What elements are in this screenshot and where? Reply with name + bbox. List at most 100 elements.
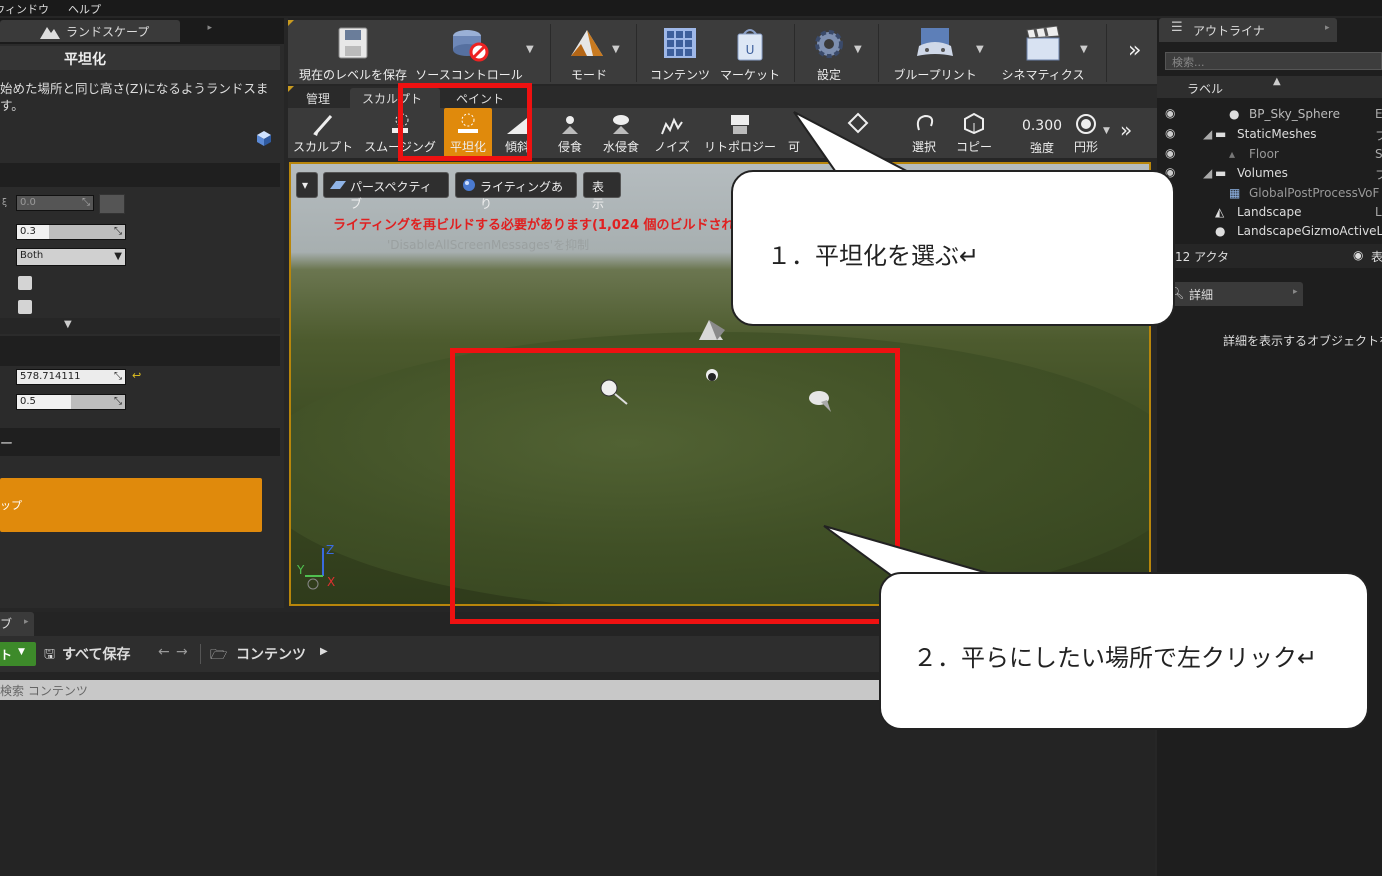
outliner-row[interactable]: ◉ ◢ ▬ StaticMeshes フ (1157, 125, 1382, 144)
help-cube-icon[interactable] (256, 130, 272, 150)
tab-landscape[interactable]: ランドスケープ ▸ (0, 20, 212, 42)
field-row1[interactable]: 0.0 ⤡ (16, 195, 94, 211)
eye-icon[interactable]: ◉ (1165, 106, 1175, 120)
circle-brush-icon (1076, 114, 1096, 134)
tab-close-icon[interactable]: ▸ (1293, 287, 1298, 297)
source-control-dropdown-icon[interactable]: ▼ (526, 44, 534, 55)
section-header-dash[interactable]: ー (0, 428, 280, 456)
chevron-down-icon: ▾ (302, 178, 309, 192)
landscape-panel: ランドスケープ ▸ 平坦化 始めた場所と同じ高さ(Z)になるようランドスます。 … (0, 18, 284, 608)
tool-sculpt[interactable]: スカルプト (292, 108, 354, 158)
settings-button[interactable]: 設定 (800, 20, 858, 84)
tool-erosion[interactable]: 侵食 (552, 108, 588, 158)
folder-open-icon: 🗁︎ (210, 647, 228, 663)
add-import-button[interactable]: ト ▼ (0, 642, 36, 666)
orange-action-button[interactable]: ップ (0, 478, 262, 532)
content-grid-icon (664, 28, 696, 58)
strength-control[interactable]: 0.300 強度 (1018, 108, 1066, 158)
menu-help[interactable]: ヘルプ (68, 1, 101, 17)
forward-arrow-icon[interactable]: → (176, 644, 188, 660)
field-row2[interactable]: 0.3 ⤡ (16, 224, 126, 240)
collapse-arrow-icon[interactable]: ◢ (1203, 166, 1212, 180)
back-arrow-icon[interactable]: ← (158, 644, 170, 660)
reset-arrow-icon[interactable]: ↩ (132, 369, 141, 382)
content-search-input[interactable]: 検索 コンテンツ (0, 680, 880, 700)
advanced-expander[interactable]: ▼ (0, 318, 280, 334)
landscape-tabbar: ランドスケープ ▸ (0, 18, 284, 44)
section-header-brush[interactable] (0, 336, 280, 366)
field-row6[interactable]: 578.714111 ⤡ (16, 369, 126, 385)
outliner-row[interactable]: ◉ ● LandscapeGizmoActiveL (1157, 222, 1382, 241)
blueprint-button[interactable]: ブループリント (886, 20, 984, 84)
erosion-icon (562, 116, 578, 134)
noise-icon (661, 117, 683, 135)
tab-manage[interactable]: 管理 (294, 88, 342, 108)
source-control-icon (453, 30, 489, 62)
brush-shape-dropdown-icon[interactable]: ▼ (1103, 126, 1110, 136)
tab-close-icon[interactable]: ▸ (1325, 23, 1330, 33)
sort-asc-icon: ▲ (1273, 76, 1281, 87)
checkbox-row5[interactable] (18, 300, 32, 314)
outliner-row[interactable]: ◉ ▦ GlobalPostProcessVoF (1157, 184, 1382, 203)
tool-retopology[interactable]: リトポロジー (702, 108, 778, 158)
tab-close-icon[interactable]: ▸ (24, 617, 29, 627)
save-level-button[interactable]: 現在のレベルを保存 (294, 20, 412, 84)
tool-hydro-erosion[interactable]: 水侵食 (598, 108, 644, 158)
section-header-tool-settings[interactable] (0, 163, 280, 187)
source-control-button[interactable]: ソースコントロール (414, 20, 524, 84)
show-flags-button[interactable]: 表示 (583, 172, 621, 211)
gizmo-icon: ● (1215, 224, 1226, 238)
outliner-row[interactable]: ◉ ◢ ▬ Volumes フ (1157, 164, 1382, 183)
select-row3[interactable]: Both ▼ (16, 248, 126, 266)
eye-icon[interactable]: ◉ (1165, 126, 1175, 140)
retopology-icon (731, 115, 749, 134)
sky-sphere-icon[interactable] (695, 316, 731, 348)
menu-window[interactable]: ウィンドウ (0, 1, 49, 17)
collapse-arrow-icon[interactable]: ◢ (1203, 127, 1212, 141)
landscape-icon (40, 27, 60, 39)
tab-details[interactable]: 🔍︎ 詳細 ▸ (1159, 282, 1303, 306)
marketplace-bag-icon: U (737, 29, 763, 61)
lighting-mode-button[interactable]: ライティングあり (455, 172, 577, 211)
tool-copy[interactable]: コピー (954, 108, 994, 158)
cinematics-dropdown-icon[interactable]: ▼ (1080, 44, 1088, 55)
editor-window: ウィンドウ ヘルプ ランドスケープ ▸ 平坦化 始めた場所と同じ高さ(Z)になる… (0, 0, 1382, 876)
brush-shape-circle[interactable]: 円形 (1072, 108, 1100, 158)
viewport-options-button[interactable]: ▾ (296, 172, 318, 198)
outliner-header[interactable]: ラベル ▲ (1157, 76, 1382, 98)
tab-outliner[interactable]: ☰ アウトライナ ▸ (1159, 18, 1337, 42)
checkbox-row4[interactable] (18, 276, 32, 290)
view-options-eye-icon[interactable]: ◉ (1353, 248, 1363, 262)
tool-title: 平坦化 (64, 52, 106, 68)
blueprint-dropdown-icon[interactable]: ▼ (976, 44, 984, 55)
outliner-search-input[interactable]: 検索... (1165, 52, 1382, 70)
settings-dropdown-icon[interactable]: ▼ (854, 44, 862, 55)
outliner-row[interactable]: ◉ ▴ Floor S (1157, 145, 1382, 164)
path-content[interactable]: コンテンツ (236, 644, 306, 664)
callout-step-2: ２．平らにしたい場所で左クリック↵ (879, 572, 1369, 730)
market-button[interactable]: U マーケット (716, 20, 784, 84)
field-row7[interactable]: 0.5 ⤡ (16, 394, 126, 410)
outliner-row[interactable]: ◉ ◭ Landscape L (1157, 203, 1382, 222)
right-panel: ☰ アウトライナ ▸ 検索... ラベル ▲ ◉ ● BP_Sky_Sphere… (1157, 18, 1382, 876)
field-row1-pick[interactable] (99, 194, 125, 214)
strength-value: 0.300 (1021, 118, 1063, 134)
perspective-button[interactable]: パースペクティブ (323, 172, 449, 211)
details-empty-message: 詳細を表示するオブジェクトを (1223, 334, 1382, 348)
perspective-icon (330, 181, 346, 189)
toolbar-overflow-icon[interactable]: » (1128, 38, 1141, 63)
cinematics-button[interactable]: シネマティクス (994, 20, 1092, 84)
sphere-icon: ● (1229, 107, 1240, 121)
tab-content-browser[interactable]: ブ ▸ (0, 612, 34, 636)
svg-text:U: U (746, 43, 755, 57)
tools-overflow-icon[interactable]: » (1120, 118, 1132, 142)
content-button[interactable]: コンテンツ (644, 20, 716, 84)
eye-icon[interactable]: ◉ (1165, 146, 1175, 160)
tool-noise[interactable]: ノイズ (652, 108, 692, 158)
modes-dropdown-icon[interactable]: ▼ (612, 44, 620, 55)
outliner-row[interactable]: ◉ ● BP_Sky_Sphere E (1157, 105, 1382, 124)
svg-text:Z: Z (326, 543, 334, 557)
path-arrow-icon[interactable]: ▶ (320, 646, 328, 657)
tab-close-icon[interactable]: ▸ (207, 23, 212, 33)
expand-arrow-icon: ▼ (64, 319, 72, 330)
